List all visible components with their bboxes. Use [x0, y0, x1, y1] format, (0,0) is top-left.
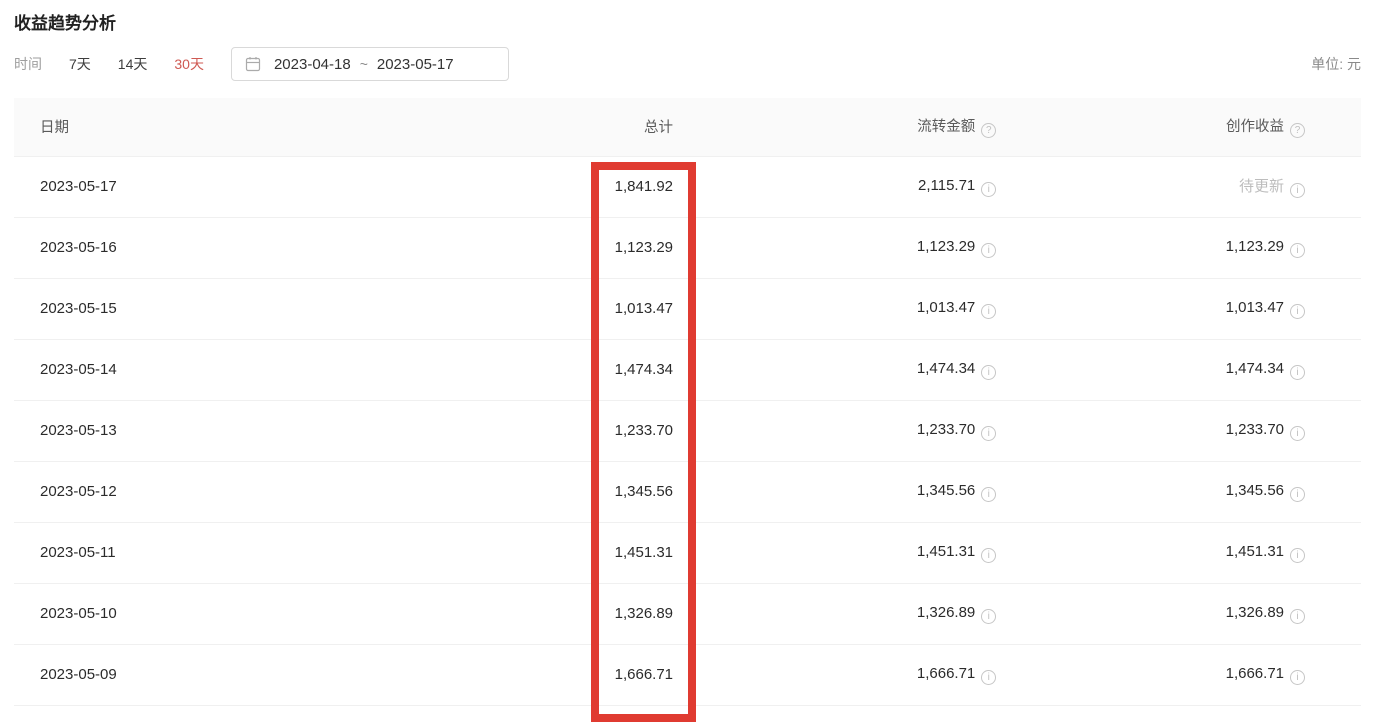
date-range-separator: ~ [360, 56, 368, 72]
row-date: 2023-05-09 [40, 666, 117, 683]
info-icon[interactable]: i [1290, 426, 1305, 441]
creation-value: 1,345.56 [1226, 482, 1284, 499]
info-icon[interactable]: i [981, 365, 996, 380]
creation-value: 1,326.89 [1226, 604, 1284, 621]
total-value: 1,841.92 [615, 178, 673, 195]
row-date: 2023-05-16 [40, 239, 117, 256]
creation-value: 1,013.47 [1226, 299, 1284, 316]
transfer-value: 2,115.71 [918, 177, 975, 194]
info-icon[interactable]: i [1290, 670, 1305, 685]
info-icon[interactable]: i [981, 182, 996, 197]
info-icon[interactable]: i [1290, 548, 1305, 563]
info-icon[interactable]: i [1290, 304, 1305, 319]
info-icon[interactable]: i [1290, 183, 1305, 198]
creation-value: 1,123.29 [1226, 238, 1284, 255]
total-value: 1,123.29 [615, 239, 673, 256]
row-date: 2023-05-14 [40, 361, 117, 378]
total-value: 1,345.56 [615, 483, 673, 500]
row-date: 2023-05-13 [40, 422, 117, 439]
transfer-value: 1,326.89 [917, 604, 975, 621]
table-row: 2023-05-14 1,474.34 1,474.34 i 1,474.34 i [14, 339, 1361, 400]
creation-value: 待更新 [1239, 178, 1284, 195]
transfer-value: 1,474.34 [917, 360, 975, 377]
table-row: 2023-05-17 1,841.92 2,115.71 i 待更新 i [14, 156, 1361, 217]
table-row: 2023-05-12 1,345.56 1,345.56 i 1,345.56 i [14, 461, 1361, 522]
transfer-value: 1,666.71 [917, 665, 975, 682]
column-header-creation: 创作收益? [997, 98, 1361, 156]
creation-value: 1,451.31 [1226, 543, 1284, 560]
total-value: 1,233.70 [615, 422, 673, 439]
info-icon[interactable]: i [981, 670, 996, 685]
row-date: 2023-05-11 [40, 544, 116, 561]
info-icon[interactable]: i [981, 548, 996, 563]
column-header-transfer: 流转金额? [674, 98, 997, 156]
time-filter-label: 时间 [14, 54, 42, 74]
time-option-30d[interactable]: 30天 [174, 54, 204, 74]
row-date: 2023-05-12 [40, 483, 117, 500]
info-icon[interactable]: i [981, 426, 996, 441]
total-value: 1,013.47 [615, 300, 673, 317]
info-icon[interactable]: i [981, 487, 996, 502]
table-body: 2023-05-17 1,841.92 2,115.71 i 待更新 i 2023-… [14, 156, 1361, 705]
transfer-value: 1,233.70 [917, 421, 975, 438]
calendar-icon [245, 56, 261, 72]
row-date: 2023-05-10 [40, 605, 117, 622]
date-range-picker[interactable]: 2023-04-18 ~ 2023-05-17 [231, 47, 509, 81]
total-value: 1,326.89 [615, 605, 673, 622]
transfer-value: 1,123.29 [917, 238, 975, 255]
info-icon[interactable]: i [981, 609, 996, 624]
table-row: 2023-05-11 1,451.31 1,451.31 i 1,451.31 i [14, 522, 1361, 583]
filter-bar: 时间 7天 14天 30天 2023-04-18 ~ 2023-05-17 单位… [14, 47, 1361, 81]
creation-value: 1,474.34 [1226, 360, 1284, 377]
time-option-14d[interactable]: 14天 [118, 54, 148, 74]
help-icon[interactable]: ? [981, 123, 996, 138]
time-option-7d[interactable]: 7天 [69, 54, 91, 74]
creation-value: 1,233.70 [1226, 421, 1284, 438]
transfer-value: 1,013.47 [917, 299, 975, 316]
info-icon[interactable]: i [1290, 609, 1305, 624]
table-header-row: 日期 总计 流转金额? 创作收益? [14, 98, 1361, 156]
revenue-table: 日期 总计 流转金额? 创作收益? 2023-05-17 1,841.92 2,… [14, 98, 1361, 706]
table-row: 2023-05-09 1,666.71 1,666.71 i 1,666.71 i [14, 644, 1361, 705]
table-row: 2023-05-13 1,233.70 1,233.70 i 1,233.70 i [14, 400, 1361, 461]
total-value: 1,666.71 [615, 666, 673, 683]
table-row: 2023-05-16 1,123.29 1,123.29 i 1,123.29 i [14, 217, 1361, 278]
table-row: 2023-05-10 1,326.89 1,326.89 i 1,326.89 i [14, 583, 1361, 644]
column-header-total: 总计 [459, 98, 675, 156]
transfer-value: 1,345.56 [917, 482, 975, 499]
table-row: 2023-05-15 1,013.47 1,013.47 i 1,013.47 i [14, 278, 1361, 339]
unit-label: 单位: 元 [1311, 54, 1361, 74]
info-icon[interactable]: i [1290, 365, 1305, 380]
total-value: 1,474.34 [615, 361, 673, 378]
date-range-end: 2023-05-17 [377, 56, 454, 73]
total-value: 1,451.31 [615, 544, 673, 561]
column-header-date: 日期 [14, 98, 459, 156]
info-icon[interactable]: i [1290, 243, 1305, 258]
info-icon[interactable]: i [1290, 487, 1305, 502]
transfer-value: 1,451.31 [917, 543, 975, 560]
info-icon[interactable]: i [981, 243, 996, 258]
creation-value: 1,666.71 [1226, 665, 1284, 682]
page-title: 收益趋势分析 [14, 0, 1361, 34]
row-date: 2023-05-15 [40, 300, 117, 317]
date-range-start: 2023-04-18 [274, 56, 351, 73]
info-icon[interactable]: i [981, 304, 996, 319]
help-icon[interactable]: ? [1290, 123, 1305, 138]
row-date: 2023-05-17 [40, 178, 117, 195]
